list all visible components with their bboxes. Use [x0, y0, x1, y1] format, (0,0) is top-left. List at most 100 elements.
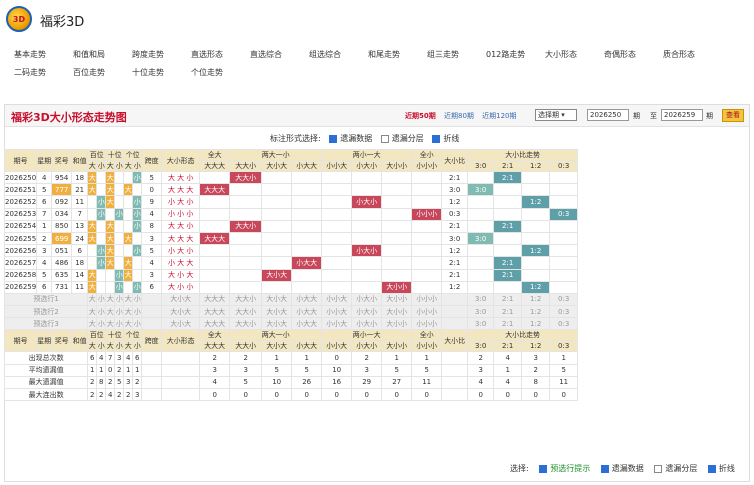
col-issue[interactable]: 期号: [3, 149, 38, 172]
col-week[interactable]: 星期: [36, 329, 53, 353]
nav-item[interactable]: 质合形态: [663, 46, 722, 64]
preview-cell[interactable]: 3:0: [467, 305, 495, 319]
digit-xiao-cell: 小: [96, 207, 107, 221]
shape-cell: 小 大 小: [161, 195, 201, 209]
preview-cell[interactable]: 小大小: [351, 292, 383, 307]
preview-row[interactable]: 预选行2 大小大小大小大小大 大大大 大大小 大小大 小大大 小小大 小大小 大小小 小小小 3:0…: [3, 305, 606, 319]
preview-cell[interactable]: 0:3: [549, 292, 579, 307]
preview-cell[interactable]: 2:1: [493, 292, 523, 307]
preview-cell[interactable]: 大: [123, 292, 134, 307]
issue-cell: 2026252: [3, 195, 38, 209]
preview-cell[interactable]: 大: [123, 317, 134, 331]
preview-cell[interactable]: 小: [114, 305, 125, 319]
preview-cell[interactable]: 小大小: [351, 305, 383, 319]
preview-row[interactable]: 预选行1 大小大小大小大小大 大大大 大大小 大小大 小大大 小小大 小大小 大小小 小小小 3:0…: [3, 292, 606, 307]
preview-cell[interactable]: 3:0: [467, 317, 495, 331]
period-select[interactable]: 选择期 ▾: [535, 109, 577, 121]
preview-cell[interactable]: 大: [105, 292, 116, 307]
preview-cell[interactable]: 大大大: [199, 292, 231, 307]
preview-cell[interactable]: 大小大: [261, 305, 293, 319]
preview-cell[interactable]: 小: [96, 317, 107, 331]
stat-cell: 5: [291, 363, 323, 377]
nav-item[interactable]: 十位走势: [132, 64, 191, 82]
checkbox-icon[interactable]: [539, 464, 548, 473]
nav-item[interactable]: 组三走势: [427, 46, 486, 64]
preview-cell[interactable]: 小: [132, 317, 143, 331]
nav-item[interactable]: 跨度走势: [132, 46, 191, 64]
preview-cell[interactable]: 大小小: [381, 292, 413, 307]
preview-cell[interactable]: 小大大: [291, 317, 323, 331]
preview-cell[interactable]: 0:3: [549, 305, 579, 319]
checkbox-icon[interactable]: [432, 134, 441, 143]
preview-cell[interactable]: 大小小: [381, 305, 413, 319]
preview-cell[interactable]: 大大大: [199, 305, 231, 319]
preview-cell[interactable]: 0:3: [549, 317, 579, 331]
preview-cell[interactable]: 小: [132, 305, 143, 319]
nav-item[interactable]: 012路走势: [486, 46, 545, 64]
checkbox-icon[interactable]: [600, 464, 609, 473]
nav-item[interactable]: 大小形态: [545, 46, 604, 64]
col-issue[interactable]: 期号: [3, 329, 38, 353]
nav-item[interactable]: 组选综合: [309, 46, 368, 64]
preview-cell[interactable]: 小大小: [351, 317, 383, 331]
preview-cell[interactable]: 小小小: [411, 317, 443, 331]
preview-cell[interactable]: 小大大: [291, 292, 323, 307]
preview-cell[interactable]: 小小大: [321, 305, 353, 319]
link-recent-80[interactable]: 近期80期: [444, 112, 474, 120]
checkbox-icon[interactable]: [707, 464, 716, 473]
from-issue-input[interactable]: 2026250: [587, 109, 629, 121]
nav-item[interactable]: 百位走势: [73, 64, 132, 82]
preview-cell[interactable]: 1:2: [521, 305, 551, 319]
checkbox-icon[interactable]: [654, 464, 663, 473]
query-button[interactable]: 查看: [722, 109, 744, 122]
preview-cell[interactable]: 小: [96, 292, 107, 307]
preview-cell[interactable]: 小小小: [411, 292, 443, 307]
preview-cell[interactable]: 大: [87, 317, 98, 331]
preview-cell[interactable]: 小小大: [321, 292, 353, 307]
to-issue-input[interactable]: 2026259: [661, 109, 703, 121]
preview-cell[interactable]: 大大小: [229, 292, 263, 307]
col-week[interactable]: 星期: [36, 149, 53, 172]
col-liangxiao: 两小一大: [321, 149, 413, 161]
checkbox-icon[interactable]: [329, 134, 338, 143]
preview-cell[interactable]: 大: [105, 305, 116, 319]
preview-cell[interactable]: 1:2: [521, 317, 551, 331]
link-recent-120[interactable]: 近期120期: [482, 112, 516, 120]
preview-cell[interactable]: 大大小: [229, 317, 263, 331]
preview-cell[interactable]: 大: [123, 305, 134, 319]
prize-cell: 092: [51, 195, 73, 209]
preview-cell[interactable]: 小: [114, 292, 125, 307]
preview-cell[interactable]: 3:0: [467, 292, 495, 307]
ratio-mark-cell: [493, 231, 523, 246]
preview-cell[interactable]: 大: [87, 305, 98, 319]
preview-cell[interactable]: 大小小: [381, 317, 413, 331]
nav-item[interactable]: 二码走势: [14, 64, 73, 82]
preview-cell[interactable]: 小小小: [411, 305, 443, 319]
preview-cell[interactable]: 大: [105, 317, 116, 331]
col-xiao: 小: [114, 340, 125, 353]
nav-item[interactable]: 和尾走势: [368, 46, 427, 64]
nav-item[interactable]: 奇偶形态: [604, 46, 663, 64]
link-recent-50[interactable]: 近期50期: [405, 112, 436, 120]
preview-row[interactable]: 预选行3 大小大小大小大小大 大大大 大大小 大小大 小大大 小小大 小大小 大小小 小小小 3:0…: [3, 317, 606, 331]
checkbox-icon[interactable]: [380, 134, 389, 143]
nav-item[interactable]: 直选综合: [250, 46, 309, 64]
preview-cell[interactable]: 1:2: [521, 292, 551, 307]
nav-item[interactable]: 个位走势: [191, 64, 250, 82]
nav-item[interactable]: 基本走势: [14, 46, 73, 64]
preview-cell[interactable]: 小: [132, 292, 143, 307]
preview-cell[interactable]: 小大大: [291, 305, 323, 319]
stat-label: 最大连出数: [3, 387, 89, 402]
preview-cell[interactable]: 大: [87, 292, 98, 307]
preview-cell[interactable]: 大大大: [199, 317, 231, 331]
preview-cell[interactable]: 2:1: [493, 317, 523, 331]
preview-cell[interactable]: 小: [96, 305, 107, 319]
nav-item[interactable]: 直选形态: [191, 46, 250, 64]
nav-item[interactable]: 和值和局: [73, 46, 132, 64]
preview-cell[interactable]: 小小大: [321, 317, 353, 331]
preview-cell[interactable]: 大小大: [261, 292, 293, 307]
preview-cell[interactable]: 小: [114, 317, 125, 331]
preview-cell[interactable]: 大大小: [229, 305, 263, 319]
preview-cell[interactable]: 2:1: [493, 305, 523, 319]
preview-cell[interactable]: 大小大: [261, 317, 293, 331]
